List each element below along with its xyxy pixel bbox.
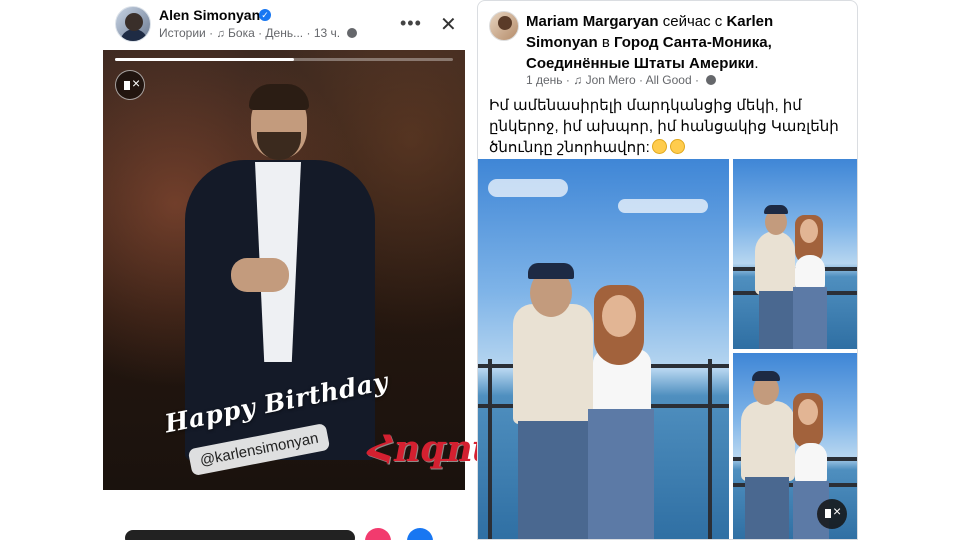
story-reply-input[interactable] [125,530,355,540]
post-photo-main[interactable] [478,159,729,539]
photo-man-cap [764,205,788,214]
mute-icon[interactable] [817,499,847,529]
person-beard [257,132,301,160]
kiss-face-emoji-icon [669,139,685,154]
post-author-avatar[interactable] [489,11,519,41]
story-subtitle: Истории · ♫ Бока · День... · 13 ч. [159,26,358,40]
photo-man-shirt [755,231,795,295]
love-reaction-icon[interactable] [365,528,391,540]
photo-woman-jeans [793,287,827,349]
story-author-name[interactable]: Alen Simonyan [159,7,260,23]
photo-railing-post [708,359,712,539]
photo-cloud [618,199,708,213]
post-with-text: сейчас с [658,13,727,30]
photo-woman-head [800,219,818,243]
photo-woman-top [795,443,827,483]
music-note-icon: ♫ [216,28,225,40]
party-face-emoji-icon [651,139,667,154]
mute-icon[interactable] [115,70,145,100]
post-author-name[interactable]: Mariam Margaryan [526,13,659,30]
avatar[interactable] [115,6,151,42]
story-time: 13 ч. [313,26,341,40]
person-hair [249,84,309,110]
globe-icon [347,28,358,38]
post-body: Իմ ամենասիրելի մարդկանցից մեկի, իմ ընկեր… [489,95,849,158]
photo-man-shirt [741,401,795,481]
photo-man-shirt [513,304,593,424]
person-hands [231,258,289,292]
post-music[interactable]: Jon Mero · All Good [586,73,692,87]
story-progress-fill [115,58,295,61]
post-meta: 1 день · ♫ Jon Mero · All Good · [526,73,717,87]
post-period: . [754,55,759,72]
photo-railing-post [488,359,492,539]
photo-man-jeans [518,421,590,539]
dot-separator: · [306,26,314,40]
photo-man-cap [752,371,780,381]
photo-woman-jeans [588,409,654,539]
post-header: Mariam Margaryan сейчас с Karlen Simonya… [526,11,848,74]
music-note-icon: ♫ [573,73,583,87]
screenshot-collage: Alen Simonyan ✓ Истории · ♫ Бока · День.… [0,0,960,540]
post-in-text: в [597,34,614,51]
facebook-post: Mariam Margaryan сейчас с Karlen Simonya… [477,0,858,540]
verified-badge-icon: ✓ [259,9,271,21]
photo-woman-head [602,295,636,337]
close-icon[interactable]: ✕ [440,12,457,37]
photo-woman-head [798,399,818,425]
photo-woman-top [795,255,825,289]
photo-man-jeans [745,477,789,539]
story-music-label[interactable]: Бока · День... [228,26,303,40]
story-header: Alen Simonyan ✓ Истории · ♫ Бока · День.… [103,0,465,50]
story-media[interactable]: Happy Birthday @karlensimonyan [103,50,465,490]
photo-man-cap [528,263,574,279]
story-progress-bar [115,58,453,61]
story-footer [103,490,465,540]
post-time[interactable]: 1 день [526,73,563,87]
story-section-label[interactable]: Истории [159,26,206,40]
photo-man-jeans [759,291,793,349]
photo-cloud [488,179,568,197]
post-photo-top[interactable] [733,159,857,349]
globe-icon [706,75,717,85]
like-reaction-icon[interactable] [407,528,433,540]
dot-separator: · [695,73,703,87]
more-options-icon[interactable]: ••• [400,13,422,34]
